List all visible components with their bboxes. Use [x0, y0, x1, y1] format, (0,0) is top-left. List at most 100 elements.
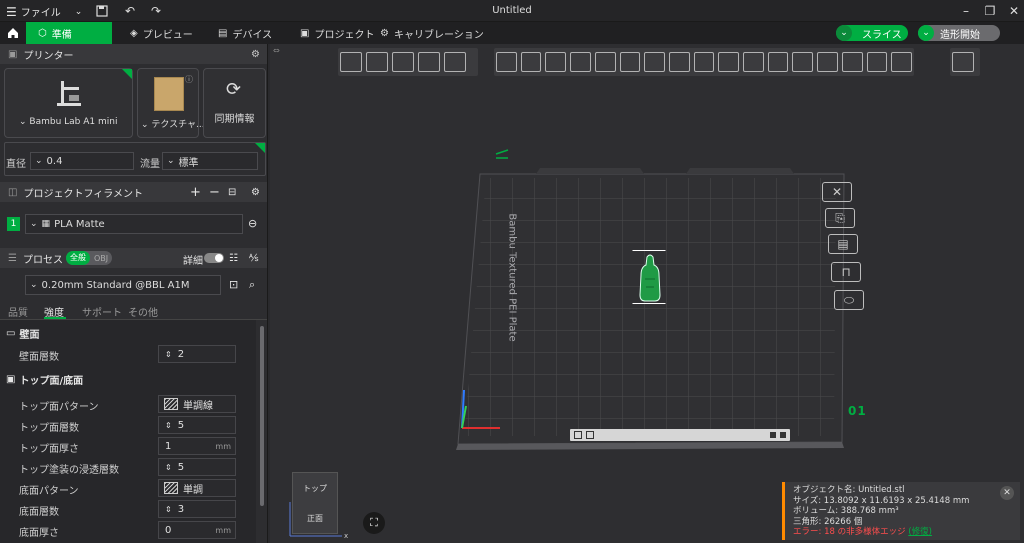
wall-loops-label: 壁面層数	[19, 352, 59, 363]
sync-icon: ⟳	[226, 79, 242, 100]
tab-prepare[interactable]: ⬡ 準備	[26, 22, 112, 44]
top-thickness-row: トップ面厚さ 1 mm	[0, 436, 254, 457]
tab-device[interactable]: ▤ デバイス	[218, 22, 272, 44]
lock-plate-icon[interactable]: ⊓	[831, 262, 861, 282]
tab-other[interactable]: その他	[128, 304, 158, 319]
filament-sync-icon[interactable]: ⊟	[228, 187, 236, 198]
search-icon[interactable]: ⌕	[249, 278, 255, 292]
chevron-down-icon: ⌄	[35, 156, 43, 166]
nozzle-label: 直径	[6, 159, 26, 170]
view-axes: x	[289, 502, 348, 540]
top-thickness-input[interactable]: 1 mm	[158, 437, 236, 455]
minimize-icon[interactable]: –	[958, 3, 974, 19]
filament-select[interactable]: ⌄ ▦ PLA Matte	[25, 214, 243, 234]
advanced-switch[interactable]	[204, 253, 224, 263]
object-triangles: 三角形: 26266 個	[793, 516, 863, 527]
plate-texture-icon	[154, 77, 184, 111]
scrollbar[interactable]	[260, 326, 264, 506]
cube-icon: ⬡	[38, 27, 47, 39]
orient-plate-icon[interactable]: ⎘	[825, 208, 855, 228]
print-button[interactable]: ⌄ 造形開始	[918, 25, 1000, 41]
printer-model: ⌄ Bambu Lab A1 mini	[19, 117, 118, 127]
stepper-icon: ⇕	[165, 462, 172, 472]
sync-button[interactable]: ⟳ 同期情報	[203, 68, 266, 138]
bottom-thickness-input[interactable]: 0 mm	[158, 521, 236, 539]
global-toggle[interactable]: 全般 OBJ	[66, 251, 113, 265]
tab-quality[interactable]: 品質	[8, 304, 28, 319]
top-pattern-select[interactable]: 単調線	[158, 395, 236, 413]
chevron-down-icon: ⌄	[918, 25, 934, 41]
save-profile-icon[interactable]: ⊡	[229, 278, 238, 291]
slice-label: スライス	[862, 29, 902, 41]
filament-section-header: ◫ プロジェクトフィラメント + − ⊟ ⚙	[0, 182, 267, 202]
tab-calibration-label: キャリブレーション	[393, 29, 484, 41]
stepper-icon: ⇕	[165, 420, 172, 430]
title-bar: ☰ ファイル ⌄ ↶ ↷ Untitled – ❐ ✕	[0, 0, 1024, 22]
top-layers-input[interactable]: ⇕ 5	[158, 416, 236, 434]
bottom-pattern-select[interactable]: 単調	[158, 479, 236, 497]
close-icon[interactable]: ✕	[1006, 3, 1022, 19]
home-icon[interactable]	[6, 22, 20, 44]
nozzle-select[interactable]: ⌄ 0.4	[30, 152, 134, 170]
list-icon[interactable]: ☷	[229, 253, 238, 264]
plate-settings-icon[interactable]	[780, 432, 786, 438]
svg-text:x: x	[344, 532, 348, 540]
plate-lock-icon[interactable]	[770, 432, 776, 438]
unit-label: mm	[215, 441, 231, 451]
tab-project-label: プロジェクト	[314, 29, 375, 41]
wall-loops-input[interactable]: ⇕ 2	[158, 345, 236, 363]
plate-settings-icon[interactable]: ⬭	[834, 290, 864, 310]
delete-plate-icon[interactable]: ✕	[822, 182, 852, 202]
main-tab-bar: ⬡ 準備 ◈ プレビュー ▤ デバイス ▣ プロジェクト ⚙ キャリブレーション…	[0, 22, 1024, 44]
plate-arrange-icon[interactable]	[586, 431, 594, 439]
folder-icon: ▭	[6, 328, 16, 339]
plate-select-icon[interactable]	[574, 431, 582, 439]
filament-options-icon[interactable]: ⊖	[248, 217, 257, 230]
tab-preview[interactable]: ◈ プレビュー	[130, 22, 193, 44]
model-selection-box[interactable]	[632, 250, 666, 304]
tab-project[interactable]: ▣ プロジェクト	[300, 22, 374, 44]
tab-calibration[interactable]: ⚙ キャリブレーション	[380, 22, 484, 44]
process-section-title: プロセス	[22, 254, 63, 266]
top-infill-depth-input[interactable]: ⇕ 5	[158, 458, 236, 476]
stepper-icon: ⇕	[165, 349, 172, 359]
printer-icon	[53, 77, 85, 109]
close-info-icon[interactable]: ✕	[1000, 486, 1014, 500]
bottom-thickness-label: 底面厚さ	[19, 528, 59, 539]
3d-viewport[interactable]: ⇔ Bambu Textured PEI Plate 01 ✕ ⎘ ▤ ⊓ ⬭ …	[270, 44, 1024, 543]
sync-label: 同期情報	[214, 114, 255, 125]
bottom-pattern-row: 底面パターン 単調	[0, 478, 254, 499]
bottom-layers-input[interactable]: ⇕ 3	[158, 500, 236, 518]
walls-group-title: ▭ 壁面	[6, 328, 40, 341]
gear-icon[interactable]: ⚙	[251, 49, 260, 60]
settings-sidebar: ▣ プリンター ⚙ ⌄ Bambu Lab A1 mini ⓘ ⌄ テクスチャ.…	[0, 44, 268, 543]
filament-grid-icon: ▦	[41, 219, 51, 229]
plate-name: ⌄ テクスチャ...	[141, 120, 205, 130]
top-pattern-label: トップ面パターン	[19, 402, 99, 413]
remove-icon[interactable]: −	[209, 185, 220, 200]
repair-link[interactable]: (修復)	[908, 527, 932, 537]
arrange-plate-icon[interactable]: ▤	[828, 234, 858, 254]
restore-icon[interactable]: ❐	[982, 3, 998, 19]
plate-number: 01	[848, 404, 867, 418]
printer-icon: ▣	[8, 48, 18, 60]
slice-button[interactable]: ⌄ スライス	[836, 25, 908, 41]
tab-support[interactable]: サポート	[82, 304, 122, 319]
plate-card[interactable]: ⓘ ⌄ テクスチャ...	[137, 68, 205, 138]
compare-icon[interactable]: ⅍	[249, 253, 258, 264]
error-text: エラー: 18 の非多様体エッジ	[793, 527, 906, 537]
object-size: サイズ: 13.8092 x 11.6193 x 25.4148 mm	[793, 495, 970, 506]
process-profile-select[interactable]: ⌄ 0.20mm Standard @BBL A1M	[25, 275, 221, 295]
gear-icon[interactable]: ⚙	[251, 187, 260, 198]
flow-select[interactable]: ⌄ 標準	[162, 152, 258, 170]
fit-view-button[interactable]: ⛶	[363, 512, 385, 534]
unit-label: mm	[215, 525, 231, 535]
print-label: 造形開始	[940, 29, 980, 41]
model-object[interactable]	[633, 251, 667, 305]
bottom-pattern-label: 底面パターン	[19, 486, 79, 497]
top-layers-label: トップ面層数	[19, 423, 79, 434]
printer-card[interactable]: ⌄ Bambu Lab A1 mini	[4, 68, 133, 138]
chevron-down-icon: ⌄	[30, 280, 38, 290]
add-icon[interactable]: +	[190, 185, 201, 200]
object-volume: ボリューム: 388.768 mm³	[793, 506, 899, 516]
